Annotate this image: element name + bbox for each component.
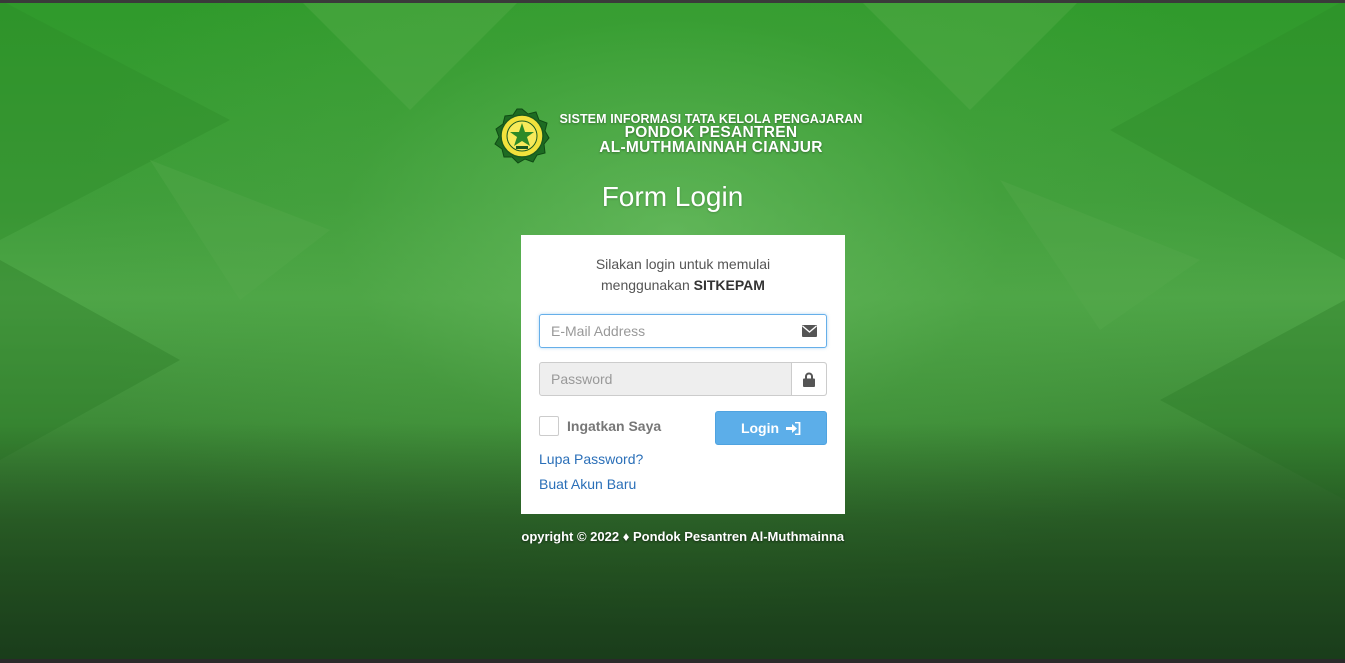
login-button[interactable]: Login	[715, 411, 827, 445]
login-message-line1: Silakan login untuk memulai	[595, 256, 771, 272]
email-input[interactable]	[540, 315, 790, 347]
create-account-link[interactable]: Buat Akun Baru	[539, 476, 636, 492]
form-title: Form Login	[601, 181, 744, 212]
forgot-password-link[interactable]: Lupa Password?	[539, 451, 643, 467]
remember-me[interactable]: Ingatkan Saya	[539, 415, 661, 437]
pesantren-logo	[494, 108, 550, 164]
lock-icon	[791, 363, 826, 395]
email-field	[539, 314, 827, 348]
login-message-line2: menggunakan SITKEPAM	[521, 275, 845, 296]
sign-in-icon	[786, 421, 801, 435]
login-message-prefix: menggunakan	[601, 277, 690, 293]
top-edge	[0, 0, 1345, 3]
footer-text: Copyright © 2022 ♦ Pondok Pesantren Al-M…	[521, 529, 845, 544]
password-field	[539, 362, 827, 396]
app-name: SITKEPAM	[693, 277, 765, 293]
site-title-line3: AL-MUTHMAINNAH CIANJUR	[599, 139, 823, 156]
remember-me-checkbox[interactable]	[539, 416, 559, 436]
site-title-line2: PONDOK PESANTREN	[624, 124, 798, 141]
login-message: Silakan login untuk memulai menggunakan …	[521, 254, 845, 296]
site-header: SISTEM INFORMASI TATA KELOLA PENGAJARAN …	[494, 106, 874, 166]
site-title: SISTEM INFORMASI TATA KELOLA PENGAJARAN …	[546, 112, 876, 155]
password-input[interactable]	[540, 363, 790, 395]
footer-copyright: Copyright © 2022 ♦ Pondok Pesantren Al-M…	[521, 529, 845, 544]
remember-me-label: Ingatkan Saya	[567, 418, 662, 434]
login-card: Silakan login untuk memulai menggunakan …	[521, 235, 845, 514]
envelope-icon	[792, 315, 826, 347]
login-button-label: Login	[740, 420, 780, 436]
bottom-edge	[0, 659, 1345, 663]
